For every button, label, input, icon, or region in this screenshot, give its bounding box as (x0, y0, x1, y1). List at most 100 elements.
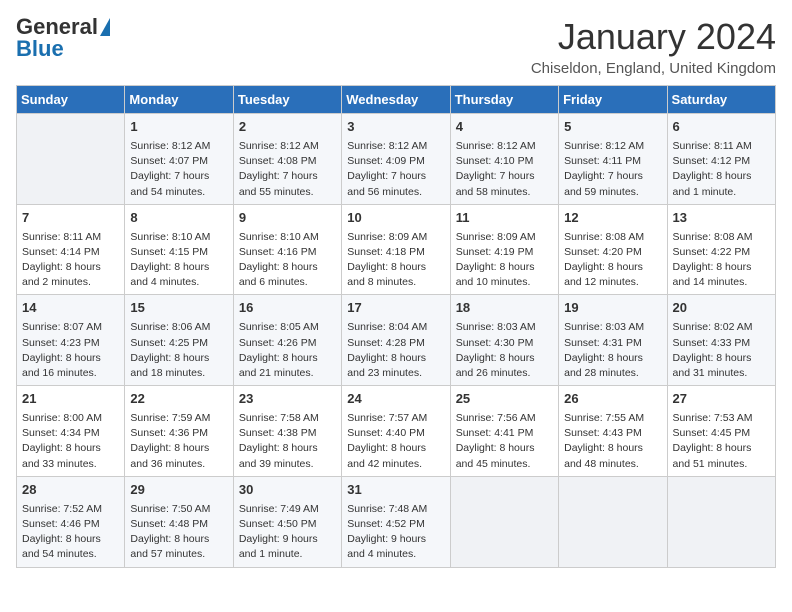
location-subtitle: Chiseldon, England, United Kingdom (531, 60, 776, 77)
calendar-cell: 28Sunrise: 7:52 AMSunset: 4:46 PMDayligh… (17, 476, 125, 567)
day-number: 22 (130, 390, 227, 409)
cell-text: Sunrise: 8:00 AM (22, 411, 119, 426)
cell-text: Daylight: 8 hours (347, 260, 444, 275)
cell-text: and 12 minutes. (564, 275, 661, 290)
cell-text: and 26 minutes. (456, 366, 553, 381)
logo-general-text: General (16, 16, 98, 38)
week-row-1: 1Sunrise: 8:12 AMSunset: 4:07 PMDaylight… (17, 114, 776, 205)
day-header-wednesday: Wednesday (342, 86, 450, 114)
day-number: 20 (673, 299, 770, 318)
calendar-cell: 20Sunrise: 8:02 AMSunset: 4:33 PMDayligh… (667, 295, 775, 386)
cell-text: Sunset: 4:50 PM (239, 517, 336, 532)
cell-text: and 42 minutes. (347, 457, 444, 472)
day-number: 27 (673, 390, 770, 409)
cell-text: Sunrise: 8:11 AM (673, 139, 770, 154)
day-header-thursday: Thursday (450, 86, 558, 114)
cell-text: and 54 minutes. (130, 185, 227, 200)
day-number: 13 (673, 209, 770, 228)
cell-text: Daylight: 7 hours (347, 169, 444, 184)
week-row-2: 7Sunrise: 8:11 AMSunset: 4:14 PMDaylight… (17, 204, 776, 295)
cell-text: Sunrise: 8:12 AM (456, 139, 553, 154)
cell-text: and 58 minutes. (456, 185, 553, 200)
cell-text: Sunset: 4:45 PM (673, 426, 770, 441)
cell-text: Sunset: 4:30 PM (456, 336, 553, 351)
cell-text: Sunrise: 8:10 AM (130, 230, 227, 245)
calendar-cell: 14Sunrise: 8:07 AMSunset: 4:23 PMDayligh… (17, 295, 125, 386)
day-number: 6 (673, 118, 770, 137)
cell-text: Sunrise: 8:06 AM (130, 320, 227, 335)
cell-text: and 54 minutes. (22, 547, 119, 562)
cell-text: Sunset: 4:26 PM (239, 336, 336, 351)
cell-text: Sunset: 4:52 PM (347, 517, 444, 532)
cell-text: Daylight: 8 hours (673, 351, 770, 366)
day-number: 9 (239, 209, 336, 228)
cell-text: Daylight: 8 hours (239, 260, 336, 275)
cell-text: Daylight: 8 hours (22, 532, 119, 547)
day-number: 24 (347, 390, 444, 409)
cell-text: Daylight: 9 hours (239, 532, 336, 547)
cell-text: Sunrise: 8:03 AM (456, 320, 553, 335)
calendar-cell: 25Sunrise: 7:56 AMSunset: 4:41 PMDayligh… (450, 386, 558, 477)
day-number: 26 (564, 390, 661, 409)
calendar-cell: 10Sunrise: 8:09 AMSunset: 4:18 PMDayligh… (342, 204, 450, 295)
calendar-cell: 19Sunrise: 8:03 AMSunset: 4:31 PMDayligh… (559, 295, 667, 386)
calendar-cell: 13Sunrise: 8:08 AMSunset: 4:22 PMDayligh… (667, 204, 775, 295)
cell-text: and 48 minutes. (564, 457, 661, 472)
cell-text: Sunrise: 8:03 AM (564, 320, 661, 335)
cell-text: Daylight: 8 hours (564, 260, 661, 275)
cell-text: Sunset: 4:15 PM (130, 245, 227, 260)
cell-text: Sunset: 4:10 PM (456, 154, 553, 169)
cell-text: Sunrise: 7:50 AM (130, 502, 227, 517)
cell-text: and 33 minutes. (22, 457, 119, 472)
cell-text: Daylight: 8 hours (456, 260, 553, 275)
cell-text: Sunset: 4:43 PM (564, 426, 661, 441)
day-number: 25 (456, 390, 553, 409)
cell-text: Sunset: 4:23 PM (22, 336, 119, 351)
calendar-cell: 8Sunrise: 8:10 AMSunset: 4:15 PMDaylight… (125, 204, 233, 295)
calendar-cell: 7Sunrise: 8:11 AMSunset: 4:14 PMDaylight… (17, 204, 125, 295)
calendar-cell: 22Sunrise: 7:59 AMSunset: 4:36 PMDayligh… (125, 386, 233, 477)
calendar-cell: 1Sunrise: 8:12 AMSunset: 4:07 PMDaylight… (125, 114, 233, 205)
cell-text: Daylight: 7 hours (130, 169, 227, 184)
day-header-friday: Friday (559, 86, 667, 114)
cell-text: Sunrise: 8:04 AM (347, 320, 444, 335)
cell-text: and 51 minutes. (673, 457, 770, 472)
cell-text: and 4 minutes. (130, 275, 227, 290)
day-number: 1 (130, 118, 227, 137)
day-number: 19 (564, 299, 661, 318)
cell-text: Sunrise: 7:48 AM (347, 502, 444, 517)
cell-text: and 31 minutes. (673, 366, 770, 381)
day-number: 4 (456, 118, 553, 137)
cell-text: Daylight: 7 hours (239, 169, 336, 184)
cell-text: Sunset: 4:36 PM (130, 426, 227, 441)
day-number: 14 (22, 299, 119, 318)
cell-text: Sunrise: 8:09 AM (347, 230, 444, 245)
cell-text: Sunrise: 7:53 AM (673, 411, 770, 426)
cell-text: and 45 minutes. (456, 457, 553, 472)
cell-text: and 57 minutes. (130, 547, 227, 562)
cell-text: and 28 minutes. (564, 366, 661, 381)
cell-text: and 2 minutes. (22, 275, 119, 290)
cell-text: Sunrise: 8:11 AM (22, 230, 119, 245)
logo-icon (100, 18, 110, 36)
cell-text: and 36 minutes. (130, 457, 227, 472)
day-number: 11 (456, 209, 553, 228)
calendar-cell (17, 114, 125, 205)
calendar-cell: 12Sunrise: 8:08 AMSunset: 4:20 PMDayligh… (559, 204, 667, 295)
day-number: 23 (239, 390, 336, 409)
calendar-cell: 24Sunrise: 7:57 AMSunset: 4:40 PMDayligh… (342, 386, 450, 477)
calendar-cell: 11Sunrise: 8:09 AMSunset: 4:19 PMDayligh… (450, 204, 558, 295)
cell-text: Sunset: 4:38 PM (239, 426, 336, 441)
cell-text: Sunset: 4:40 PM (347, 426, 444, 441)
calendar-cell: 3Sunrise: 8:12 AMSunset: 4:09 PMDaylight… (342, 114, 450, 205)
cell-text: Daylight: 8 hours (456, 441, 553, 456)
calendar-cell: 9Sunrise: 8:10 AMSunset: 4:16 PMDaylight… (233, 204, 341, 295)
cell-text: Daylight: 8 hours (22, 351, 119, 366)
cell-text: Daylight: 8 hours (564, 351, 661, 366)
cell-text: Sunset: 4:25 PM (130, 336, 227, 351)
day-number: 16 (239, 299, 336, 318)
cell-text: Daylight: 8 hours (456, 351, 553, 366)
cell-text: and 39 minutes. (239, 457, 336, 472)
calendar-cell: 26Sunrise: 7:55 AMSunset: 4:43 PMDayligh… (559, 386, 667, 477)
cell-text: Sunset: 4:18 PM (347, 245, 444, 260)
